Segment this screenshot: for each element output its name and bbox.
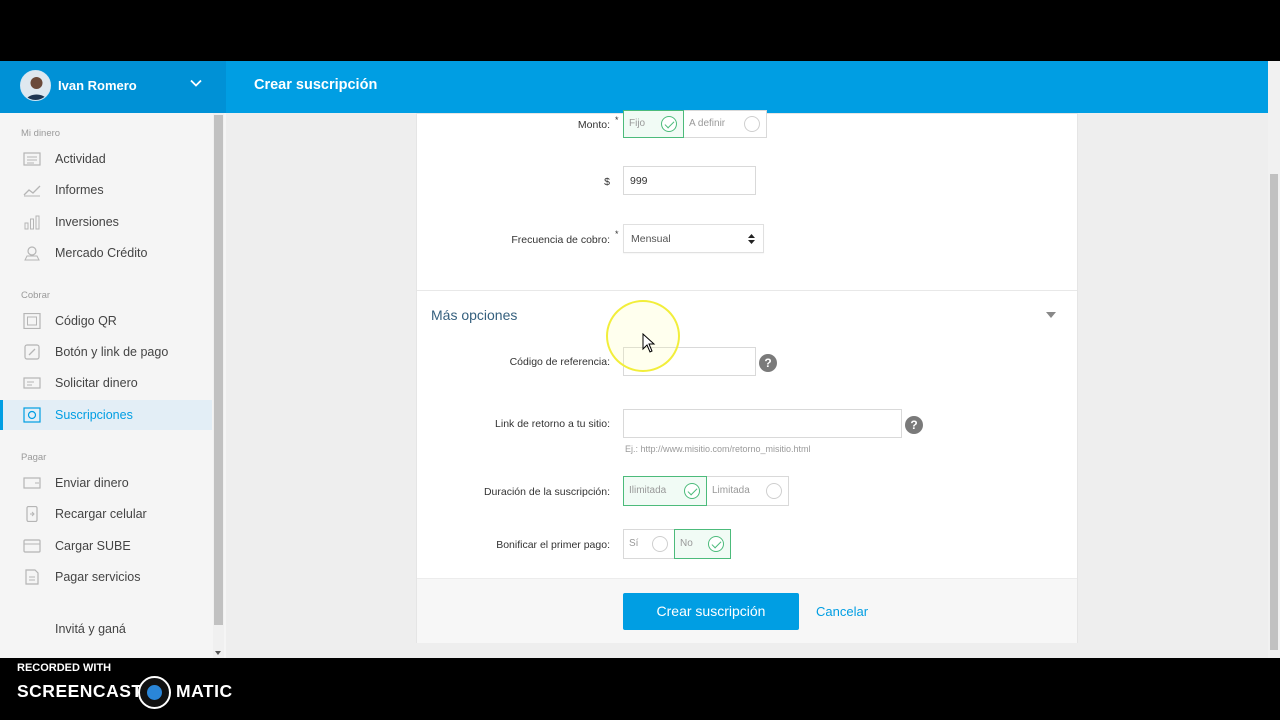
sidebar-item-label: Enviar dinero xyxy=(55,476,129,490)
bonificar-option-no[interactable]: No xyxy=(674,529,731,559)
sidebar-item-label: Recargar celular xyxy=(55,507,147,521)
chart-line-icon xyxy=(23,185,41,197)
crear-suscripcion-button[interactable]: Crear suscripción xyxy=(623,593,799,630)
required-mark: * xyxy=(615,229,619,239)
duracion-option-limitada[interactable]: Limitada xyxy=(707,477,788,505)
page-scrollbar-thumb[interactable] xyxy=(1270,174,1278,650)
monto-option-fijo[interactable]: Fijo xyxy=(623,110,684,138)
bonificar-label: Bonificar el primer pago: xyxy=(496,539,610,551)
required-mark: * xyxy=(615,115,619,125)
sidebar-item-informes[interactable]: Informes xyxy=(0,175,212,205)
chevron-down-icon[interactable] xyxy=(189,76,203,90)
user-name: Ivan Romero xyxy=(58,78,137,93)
top-bar: Ivan Romero Crear suscripción xyxy=(0,61,1268,113)
bar-chart-icon xyxy=(24,215,40,230)
sidebar-scrollbar[interactable] xyxy=(213,113,224,658)
user-menu[interactable]: Ivan Romero xyxy=(0,61,226,113)
sidebar-item-actividad[interactable]: Actividad xyxy=(0,144,212,174)
radio-icon xyxy=(744,116,760,132)
cancelar-link[interactable]: Cancelar xyxy=(816,604,868,619)
sidebar-section-title: Pagar xyxy=(21,452,47,463)
page-scrollbar[interactable] xyxy=(1268,61,1280,658)
bill-icon xyxy=(25,569,39,585)
watermark-brand-right: MATIC xyxy=(176,681,233,701)
duracion-toggle: Ilimitada Limitada xyxy=(623,476,789,506)
duracion-option-ilimitada[interactable]: Ilimitada xyxy=(623,476,707,506)
sidebar-item-label: Solicitar dinero xyxy=(55,376,138,390)
watermark-recorded-with: RECORDED WITH xyxy=(17,662,112,674)
link-retorno-label: Link de retorno a tu sitio: xyxy=(495,418,610,430)
app-window: Ivan Romero Crear suscripción Mi dinero … xyxy=(0,61,1280,658)
monto-option-a-definir[interactable]: A definir xyxy=(684,111,766,137)
link-retorno-input[interactable] xyxy=(623,409,902,438)
sidebar-item-label: Cargar SUBE xyxy=(55,539,131,553)
sidebar-item-label: Inversiones xyxy=(55,215,119,229)
sidebar-item-inversiones[interactable]: Inversiones xyxy=(0,207,212,237)
frecuencia-select[interactable]: Mensual xyxy=(623,224,764,253)
page-title: Crear suscripción xyxy=(254,77,378,93)
avatar xyxy=(20,70,51,101)
mas-opciones-title[interactable]: Más opciones xyxy=(431,307,517,323)
subscription-form-card: Monto: * Fijo A definir $ 999 Frecuencia… xyxy=(416,110,1078,643)
card-icon xyxy=(23,539,41,553)
sidebar-item-label: Informes xyxy=(55,183,104,197)
radio-icon xyxy=(766,483,782,499)
link-retorno-hint: Ej.: http://www.misitio.com/retorno_misi… xyxy=(625,444,811,454)
sidebar-item-label: Mercado Crédito xyxy=(55,246,148,260)
sidebar-item-enviar-dinero[interactable]: Enviar dinero xyxy=(0,468,212,498)
caret-down-icon[interactable] xyxy=(1046,312,1056,318)
credit-icon xyxy=(24,246,40,261)
sidebar-item-label: Actividad xyxy=(55,152,106,166)
mouse-pointer-icon xyxy=(642,333,656,353)
sidebar-section-title: Mi dinero xyxy=(21,128,61,139)
help-icon[interactable]: ? xyxy=(759,354,777,372)
sidebar-item-label: Botón y link de pago xyxy=(55,345,169,359)
sidebar-item-label: Suscripciones xyxy=(55,408,133,422)
sidebar-item-recargar-celular[interactable]: Recargar celular xyxy=(0,499,212,529)
check-icon xyxy=(708,536,724,552)
sidebar-item-cargar-sube[interactable]: Cargar SUBE xyxy=(0,531,212,561)
currency-label: $ xyxy=(604,176,610,188)
sidebar-item-codigo-qr[interactable]: Código QR xyxy=(0,306,212,336)
duracion-label: Duración de la suscripción: xyxy=(483,486,610,498)
bonificar-toggle: Sí No xyxy=(623,529,731,559)
section-divider xyxy=(417,290,1077,291)
check-icon xyxy=(661,116,677,132)
sidebar-item-mercado-credito[interactable]: Mercado Crédito xyxy=(0,238,212,268)
sidebar-section-title: Cobrar xyxy=(21,290,51,301)
sidebar-item-pagar-servicios[interactable]: Pagar servicios xyxy=(0,562,212,592)
link-icon xyxy=(24,344,40,360)
qr-code-icon xyxy=(23,313,41,329)
sidebar: Mi dinero Actividad Informes Inversiones… xyxy=(0,113,226,658)
check-icon xyxy=(684,483,700,499)
help-icon[interactable]: ? xyxy=(905,416,923,434)
codigo-referencia-label: Código de referencia: xyxy=(509,356,610,368)
monto-label: Monto: xyxy=(577,119,610,131)
scroll-down-icon[interactable] xyxy=(215,651,221,655)
frecuencia-label: Frecuencia de cobro: xyxy=(511,234,610,246)
form-footer: Crear suscripción Cancelar xyxy=(417,578,1077,643)
sidebar-item-invita-gana[interactable]: Invitá y ganá xyxy=(0,614,212,644)
list-icon xyxy=(23,152,41,166)
screencast-logo-icon xyxy=(138,676,171,709)
sidebar-item-boton-link[interactable]: Botón y link de pago xyxy=(0,337,212,367)
subscriptions-icon xyxy=(23,407,41,423)
radio-icon xyxy=(652,536,668,552)
send-money-icon xyxy=(23,477,41,489)
sidebar-item-label: Invitá y ganá xyxy=(55,622,126,636)
sidebar-item-suscripciones[interactable]: Suscripciones xyxy=(0,400,212,430)
sidebar-scrollbar-thumb[interactable] xyxy=(214,115,223,625)
amount-input[interactable]: 999 xyxy=(623,166,756,195)
screen: Ivan Romero Crear suscripción Mi dinero … xyxy=(0,0,1280,720)
request-money-icon xyxy=(23,377,41,389)
watermark-brand-left: SCREENCAST xyxy=(17,681,143,701)
monto-toggle: Fijo A definir xyxy=(623,110,767,138)
phone-recharge-icon xyxy=(26,506,38,522)
sidebar-item-label: Código QR xyxy=(55,314,117,328)
sidebar-item-solicitar-dinero[interactable]: Solicitar dinero xyxy=(0,368,212,398)
select-arrows-icon xyxy=(748,234,755,244)
bonificar-option-si[interactable]: Sí xyxy=(624,530,674,558)
frecuencia-selected-value: Mensual xyxy=(631,233,671,245)
sidebar-item-label: Pagar servicios xyxy=(55,570,141,584)
